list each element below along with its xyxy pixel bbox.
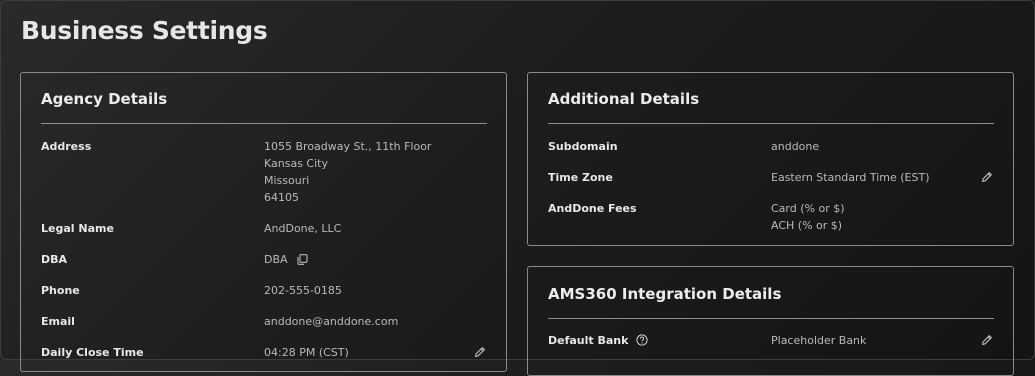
additional-details-card: Additional Details Subdomain anddone Tim… — [527, 72, 1014, 246]
page-title: Business Settings — [21, 16, 268, 45]
copy-icon[interactable] — [297, 254, 308, 265]
default-bank-label: Default Bank — [548, 334, 629, 347]
agency-details-title: Agency Details — [41, 90, 168, 108]
address-line-1: 1055 Broadway St., 11th Floor — [264, 140, 432, 153]
edit-time-zone-pencil-icon[interactable] — [981, 171, 993, 183]
email-label: Email — [41, 315, 75, 328]
address-value: 1055 Broadway St., 11th Floor Kansas Cit… — [264, 138, 431, 206]
address-line-2: Kansas City — [264, 157, 328, 170]
phone-value: 202-555-0185 — [264, 284, 342, 297]
ach-fee-value: ACH (% or $) — [771, 219, 843, 232]
agency-details-card: Agency Details Address 1055 Broadway St.… — [20, 72, 507, 372]
subdomain-value: anddone — [771, 140, 820, 153]
time-zone-label: Time Zone — [548, 171, 613, 184]
additional-details-title: Additional Details — [548, 90, 700, 108]
agency-details-divider — [41, 123, 487, 124]
phone-label: Phone — [41, 284, 80, 297]
default-bank-label-row: Default Bank — [548, 332, 648, 349]
ams360-integration-divider — [548, 318, 994, 319]
default-bank-value: Placeholder Bank — [771, 334, 867, 347]
anddone-fees-value: Card (% or $) ACH (% or $) — [771, 200, 845, 234]
time-zone-value: Eastern Standard Time (EST) — [771, 171, 930, 184]
edit-close-time-pencil-icon[interactable] — [474, 346, 486, 358]
dba-row: DBA — [264, 251, 308, 268]
help-circle-icon[interactable] — [636, 334, 648, 346]
address-line-4: 64105 — [264, 191, 299, 204]
additional-details-divider — [548, 123, 994, 124]
legal-name-value: AndDone, LLC — [264, 222, 342, 235]
subdomain-label: Subdomain — [548, 140, 618, 153]
email-value: anddone@anddone.com — [264, 315, 399, 328]
address-label: Address — [41, 140, 92, 153]
address-line-3: Missouri — [264, 174, 310, 187]
dba-label: DBA — [41, 253, 68, 266]
dba-value: DBA — [264, 253, 288, 266]
ams360-integration-title: AMS360 Integration Details — [548, 285, 782, 303]
edit-default-bank-pencil-icon[interactable] — [981, 334, 993, 346]
card-fee-value: Card (% or $) — [771, 202, 845, 215]
daily-close-time-label: Daily Close Time — [41, 346, 144, 359]
legal-name-label: Legal Name — [41, 222, 114, 235]
anddone-fees-label: AndDone Fees — [548, 202, 637, 215]
daily-close-time-value: 04:28 PM (CST) — [264, 346, 349, 359]
